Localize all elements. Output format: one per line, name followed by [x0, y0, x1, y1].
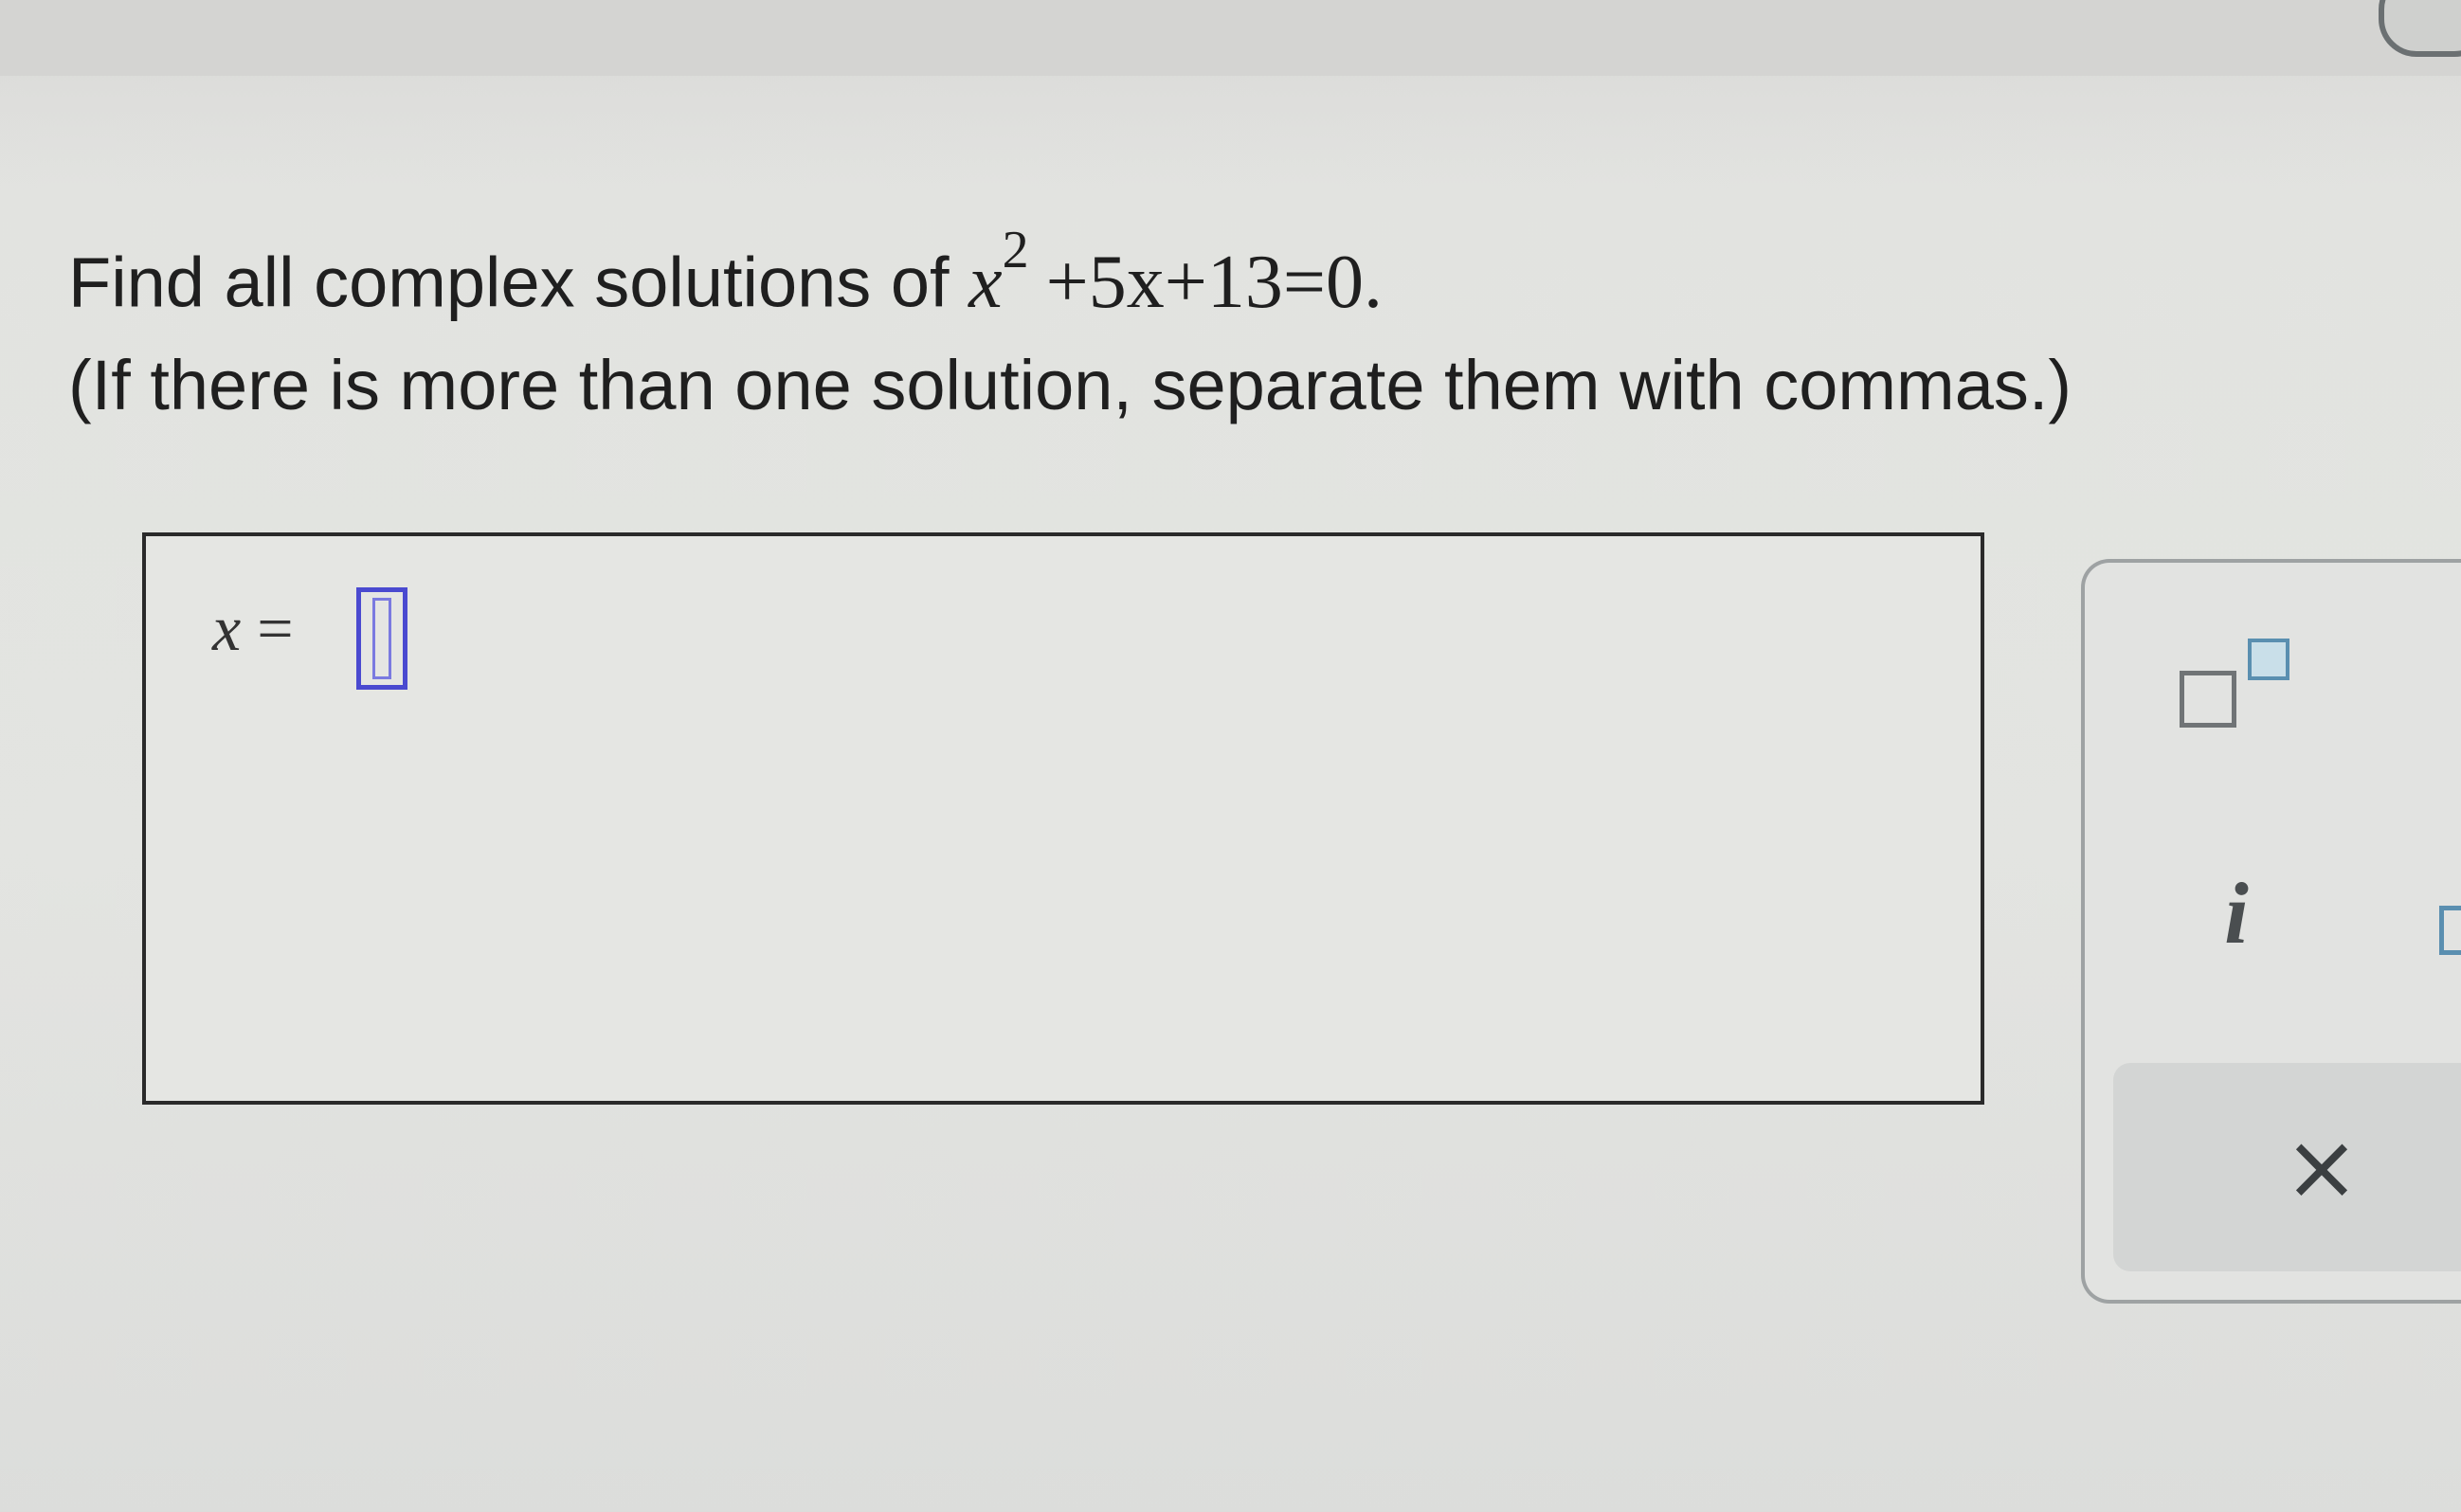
question-text: Find all complex solutions of	[68, 243, 969, 322]
question-prompt: Find all complex solutions of x2 +5x+13=0…	[68, 216, 2343, 331]
answer-label: x =	[212, 591, 294, 666]
answer-variable: x	[212, 592, 242, 664]
imaginary-i-button[interactable]: i	[2170, 847, 2303, 980]
superscript-slot-icon	[2248, 639, 2289, 680]
clear-button[interactable]: ×	[2113, 1063, 2461, 1271]
input-caret	[372, 598, 391, 679]
question-instruction: (If there is more than one solution, sep…	[68, 345, 2072, 424]
equation-exponent: 2	[1002, 221, 1029, 279]
equation-variable: x	[968, 240, 1003, 324]
math-keypad: i ×	[2081, 559, 2461, 1304]
answer-box[interactable]: x =	[142, 532, 1984, 1105]
answer-equals: =	[241, 592, 294, 664]
equation-rest: +5x+13=0.	[1045, 240, 1383, 324]
top-band	[0, 0, 2461, 76]
partial-key-icon[interactable]	[2439, 906, 2461, 955]
equation: x2 +5x+13=0.	[968, 221, 1383, 324]
question: Find all complex solutions of x2 +5x+13=0…	[68, 216, 2343, 433]
exponent-button[interactable]	[2161, 629, 2303, 752]
superscript-template-icon	[2180, 671, 2236, 728]
answer-input[interactable]	[356, 587, 407, 690]
